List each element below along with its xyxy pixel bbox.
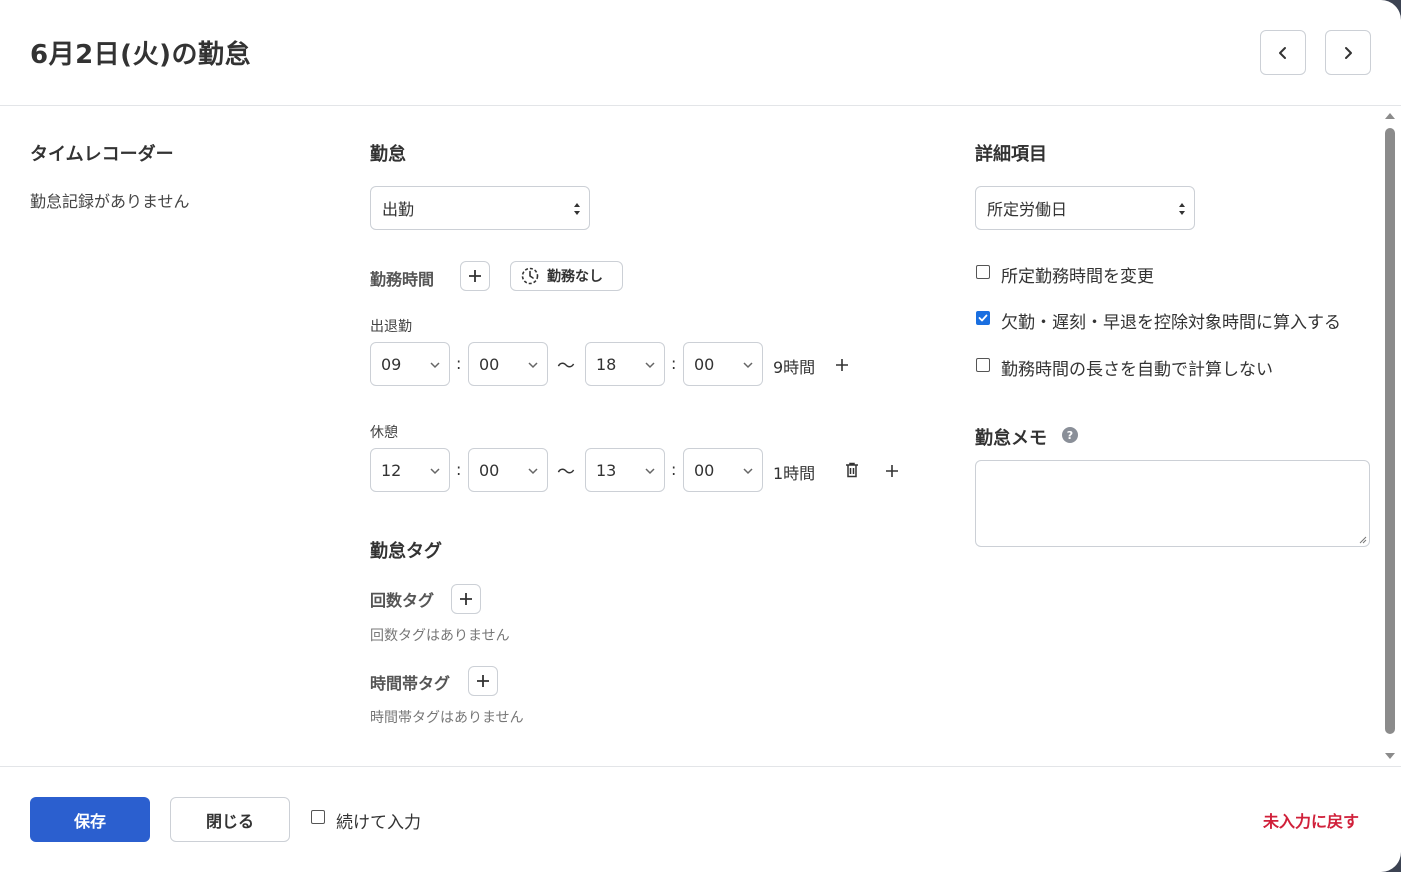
chevron-left-icon — [1279, 46, 1286, 59]
work-time-label: 勤務時間 — [370, 270, 435, 289]
break-label: 休憩 — [370, 425, 398, 441]
next-day-button[interactable] — [1325, 30, 1371, 75]
count-tag-empty: 回数タグはありません — [370, 628, 510, 644]
add-break-icon[interactable] — [834, 357, 850, 373]
prev-day-button[interactable] — [1260, 30, 1306, 75]
help-icon[interactable]: ? — [1062, 427, 1078, 443]
break-start-min-value: 00 — [479, 460, 500, 480]
deduct-absence-label: 欠勤・遅刻・早退を控除対象時間に算入する — [1001, 313, 1341, 333]
checkmark-icon — [978, 314, 988, 322]
time-colon: : — [456, 460, 462, 479]
continue-input-checkbox[interactable] — [311, 810, 325, 824]
no-auto-calc-checkbox[interactable] — [976, 358, 990, 372]
break-start-hour-value: 12 — [381, 460, 402, 480]
plus-icon — [477, 675, 489, 687]
time-colon: : — [671, 460, 677, 479]
clock-dashed-icon — [521, 267, 539, 285]
time-colon: : — [456, 354, 462, 373]
chevron-right-icon — [1345, 46, 1352, 59]
memo-textarea[interactable] — [975, 460, 1370, 547]
chevron-down-icon — [743, 362, 753, 369]
deduct-absence-checkbox[interactable] — [976, 311, 990, 325]
break-end-hour-value: 13 — [596, 460, 617, 480]
shift-end-hour-value: 18 — [596, 354, 617, 374]
break-end-hour-select[interactable]: 13 — [585, 448, 665, 492]
save-button[interactable]: 保存 — [30, 797, 150, 842]
time-range-separator: 〜 — [557, 462, 575, 483]
no-work-button[interactable]: 勤務なし — [510, 261, 623, 291]
chevron-down-icon — [743, 468, 753, 475]
shift-start-min-value: 00 — [479, 354, 500, 374]
attendance-heading: 勤怠 — [370, 144, 406, 165]
time-recorder-empty: 勤怠記録がありません — [30, 192, 190, 211]
change-scheduled-hours-label: 所定勤務時間を変更 — [1001, 267, 1154, 287]
shift-start-min-select[interactable]: 00 — [468, 342, 548, 386]
close-button[interactable]: 閉じる — [170, 797, 290, 842]
no-auto-calc-label: 勤務時間の長さを自動で計算しない — [1001, 360, 1273, 380]
add-count-tag-button[interactable] — [451, 584, 481, 614]
plus-icon — [469, 270, 481, 282]
chevron-down-icon — [430, 362, 440, 369]
modal-header: 6月2日(火)の勤怠 — [0, 0, 1401, 106]
time-range-separator: 〜 — [557, 356, 575, 377]
modal-body: タイムレコーダー 勤怠記録がありません 勤怠 出勤 勤務時間 勤務なし 出退勤 … — [0, 106, 1401, 766]
chevron-down-icon — [645, 468, 655, 475]
day-type-value: 所定労働日 — [987, 200, 1068, 219]
continue-input-label: 続けて入力 — [336, 813, 421, 833]
time-colon: : — [671, 354, 677, 373]
time-tag-label: 時間帯タグ — [370, 674, 451, 693]
shift-label: 出退勤 — [370, 319, 412, 335]
shift-duration: 9時間 — [773, 358, 816, 377]
select-arrows-icon — [574, 203, 580, 215]
time-tag-empty: 時間帯タグはありません — [370, 710, 524, 726]
break-duration: 1時間 — [773, 464, 816, 483]
no-work-label: 勤務なし — [547, 269, 603, 285]
plus-icon — [460, 593, 472, 605]
reset-to-blank-link[interactable]: 未入力に戻す — [1263, 808, 1359, 832]
change-scheduled-hours-checkbox[interactable] — [976, 265, 990, 279]
shift-end-min-select[interactable]: 00 — [683, 342, 763, 386]
scroll-down-icon[interactable] — [1385, 752, 1395, 760]
time-recorder-heading: タイムレコーダー — [30, 144, 174, 165]
break-end-min-select[interactable]: 00 — [683, 448, 763, 492]
shift-start-hour-select[interactable]: 09 — [370, 342, 450, 386]
modal-footer: 保存 閉じる 続けて入力 未入力に戻す — [0, 766, 1401, 872]
scroll-up-icon[interactable] — [1385, 112, 1395, 120]
break-end-min-value: 00 — [694, 460, 715, 480]
page-title: 6月2日(火)の勤怠 — [30, 40, 251, 70]
break-start-hour-select[interactable]: 12 — [370, 448, 450, 492]
shift-start-hour-value: 09 — [381, 354, 402, 374]
add-break-icon[interactable] — [884, 463, 900, 479]
attendance-tags-heading: 勤怠タグ — [370, 541, 442, 562]
add-time-tag-button[interactable] — [468, 666, 498, 696]
memo-heading: 勤怠メモ — [975, 428, 1047, 449]
details-heading: 詳細項目 — [975, 144, 1047, 165]
trash-icon[interactable] — [845, 462, 859, 478]
add-work-time-button[interactable] — [460, 261, 490, 291]
attendance-type-value: 出勤 — [382, 200, 415, 219]
break-start-min-select[interactable]: 00 — [468, 448, 548, 492]
select-arrows-icon — [1179, 203, 1185, 215]
chevron-down-icon — [430, 468, 440, 475]
shift-end-min-value: 00 — [694, 354, 715, 374]
chevron-down-icon — [528, 362, 538, 369]
count-tag-label: 回数タグ — [370, 591, 435, 610]
vertical-scrollbar[interactable] — [1382, 108, 1398, 764]
resize-grip-icon[interactable] — [1358, 535, 1367, 544]
chevron-down-icon — [645, 362, 655, 369]
attendance-modal: 6月2日(火)の勤怠 タイムレコーダー 勤怠記録がありません 勤怠 出勤 勤務時… — [0, 0, 1401, 872]
scroll-thumb[interactable] — [1385, 128, 1395, 734]
shift-end-hour-select[interactable]: 18 — [585, 342, 665, 386]
day-type-select[interactable]: 所定労働日 — [975, 186, 1195, 230]
attendance-type-select[interactable]: 出勤 — [370, 186, 590, 230]
chevron-down-icon — [528, 468, 538, 475]
